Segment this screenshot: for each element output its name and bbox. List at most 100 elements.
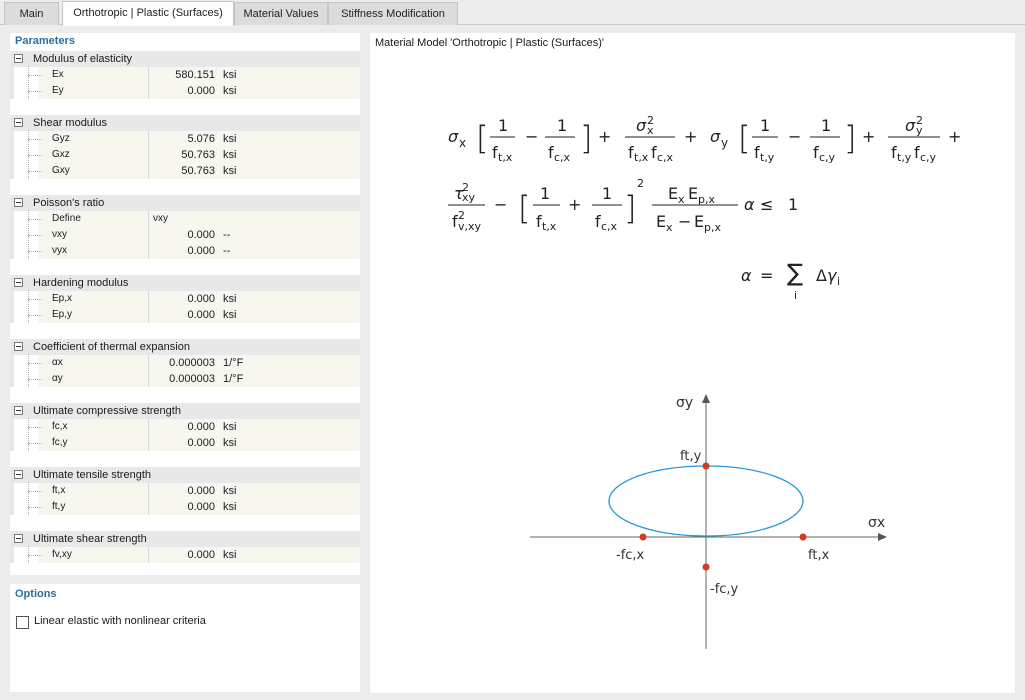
tree-line bbox=[28, 363, 42, 364]
group-header[interactable]: Coefficient of thermal expansion bbox=[10, 339, 360, 355]
value-cell[interactable] bbox=[148, 227, 360, 243]
column-separator bbox=[148, 355, 149, 371]
linear-elastic-checkbox[interactable] bbox=[16, 616, 29, 629]
value-cell[interactable] bbox=[148, 291, 360, 307]
parameter-value[interactable]: 0.000 bbox=[187, 499, 215, 515]
parameter-value[interactable]: 0.000 bbox=[187, 435, 215, 451]
parameter-row[interactable]: αy 0.000003 1/°F bbox=[10, 370, 360, 387]
parameter-row[interactable]: Gyz 5.076 ksi bbox=[10, 130, 360, 147]
parameter-value[interactable]: 50.763 bbox=[181, 163, 215, 179]
parameter-row[interactable]: fc,y 0.000 ksi bbox=[10, 434, 360, 451]
tree-line bbox=[28, 139, 42, 140]
sigma-x-label: σx bbox=[868, 515, 885, 531]
parameter-value[interactable]: 0.000003 bbox=[169, 371, 215, 387]
value-cell[interactable] bbox=[148, 83, 360, 99]
value-cell[interactable] bbox=[148, 147, 360, 163]
parameter-row[interactable]: Gxy 50.763 ksi bbox=[10, 162, 360, 179]
collapse-icon[interactable] bbox=[14, 118, 23, 127]
linear-elastic-label: Linear elastic with nonlinear criteria bbox=[34, 615, 206, 627]
group-header[interactable]: Shear modulus bbox=[10, 115, 360, 131]
parameter-name: αy bbox=[52, 373, 63, 384]
parameter-row[interactable]: αx 0.000003 1/°F bbox=[10, 354, 360, 371]
tree-line bbox=[28, 75, 42, 76]
value-cell[interactable] bbox=[148, 163, 360, 179]
value-cell[interactable] bbox=[148, 211, 360, 227]
parameter-value[interactable]: 0.000 bbox=[187, 547, 215, 563]
column-separator bbox=[148, 211, 149, 227]
value-cell[interactable] bbox=[148, 435, 360, 451]
tab-stiffness-modification[interactable]: Stiffness Modification bbox=[328, 2, 458, 25]
parameter-row[interactable]: Ep,y 0.000 ksi bbox=[10, 306, 360, 323]
parameter-unit: ksi bbox=[223, 85, 237, 97]
value-cell[interactable] bbox=[148, 499, 360, 515]
parameter-row[interactable]: νxy 0.000 -- bbox=[10, 226, 360, 243]
collapse-icon[interactable] bbox=[14, 534, 23, 543]
parameter-value[interactable]: 0.000 bbox=[187, 483, 215, 499]
tree-line bbox=[28, 91, 42, 92]
tree-line bbox=[28, 219, 42, 220]
tab-orthotropic-plastic[interactable]: Orthotropic | Plastic (Surfaces) bbox=[62, 1, 234, 26]
value-cell[interactable] bbox=[148, 483, 360, 499]
options-panel: Options Linear elastic with nonlinear cr… bbox=[10, 584, 360, 692]
yield-surface-diagram: σy σx ft,y ft,x -fc,x -fc,y bbox=[530, 394, 887, 649]
parameter-row[interactable]: ft,x 0.000 ksi bbox=[10, 482, 360, 499]
parameter-row[interactable]: Ep,x 0.000 ksi bbox=[10, 290, 360, 307]
parameter-row[interactable]: Define νxy bbox=[10, 210, 360, 227]
collapse-icon[interactable] bbox=[14, 406, 23, 415]
parameter-row[interactable]: ft,y 0.000 ksi bbox=[10, 498, 360, 515]
parameter-row[interactable]: Ex 580.151 ksi bbox=[10, 66, 360, 83]
collapse-icon[interactable] bbox=[14, 342, 23, 351]
tree-line bbox=[28, 443, 42, 444]
value-cell[interactable] bbox=[148, 243, 360, 259]
group-label: Hardening modulus bbox=[33, 277, 129, 289]
column-separator bbox=[148, 435, 149, 451]
collapse-icon[interactable] bbox=[14, 470, 23, 479]
parameter-value[interactable]: 0.000 bbox=[187, 419, 215, 435]
parameter-value[interactable]: 0.000 bbox=[187, 243, 215, 259]
group-header[interactable]: Modulus of elasticity bbox=[10, 51, 360, 67]
tree-line bbox=[28, 155, 42, 156]
parameter-value[interactable]: 0.000003 bbox=[169, 355, 215, 371]
fc-x-point bbox=[639, 533, 647, 541]
group-header[interactable]: Ultimate shear strength bbox=[10, 531, 360, 547]
column-separator bbox=[148, 83, 149, 99]
group-header[interactable]: Ultimate tensile strength bbox=[10, 467, 360, 483]
collapse-icon[interactable] bbox=[14, 198, 23, 207]
parameter-name: fv,xy bbox=[52, 549, 72, 560]
parameter-value[interactable]: 0.000 bbox=[187, 227, 215, 243]
column-separator bbox=[148, 67, 149, 83]
parameter-row[interactable]: fc,x 0.000 ksi bbox=[10, 418, 360, 435]
group-header[interactable]: Poisson's ratio bbox=[10, 195, 360, 211]
parameter-row[interactable]: Gxz 50.763 ksi bbox=[10, 146, 360, 163]
tab-main[interactable]: Main bbox=[4, 2, 59, 25]
parameter-name: fc,x bbox=[52, 421, 68, 432]
tree-line bbox=[28, 427, 42, 428]
parameter-row[interactable]: νyx 0.000 -- bbox=[10, 242, 360, 259]
value-cell[interactable] bbox=[148, 419, 360, 435]
ft-y-label: ft,y bbox=[680, 449, 702, 464]
parameters-panel: Parameters Modulus of elasticity Ex 580.151… bbox=[10, 33, 360, 575]
parameter-row[interactable]: fv,xy 0.000 ksi bbox=[10, 546, 360, 563]
parameter-text-value[interactable]: νxy bbox=[153, 211, 168, 227]
parameter-value[interactable]: 0.000 bbox=[187, 83, 215, 99]
value-cell[interactable] bbox=[148, 307, 360, 323]
fc-x-label: -fc,x bbox=[616, 548, 645, 563]
tab-bar: Main Orthotropic | Plastic (Surfaces) Ma… bbox=[0, 0, 1025, 26]
parameter-unit: ksi bbox=[223, 69, 237, 81]
collapse-icon[interactable] bbox=[14, 54, 23, 63]
parameter-row[interactable]: Ey 0.000 ksi bbox=[10, 82, 360, 99]
tab-material-values[interactable]: Material Values bbox=[234, 2, 328, 25]
parameter-unit: ksi bbox=[223, 501, 237, 513]
group-header[interactable]: Hardening modulus bbox=[10, 275, 360, 291]
parameter-unit: ksi bbox=[223, 165, 237, 177]
parameter-value[interactable]: 580.151 bbox=[175, 67, 215, 83]
value-cell[interactable] bbox=[148, 547, 360, 563]
parameter-value[interactable]: 5.076 bbox=[187, 131, 215, 147]
collapse-icon[interactable] bbox=[14, 278, 23, 287]
parameter-value[interactable]: 0.000 bbox=[187, 291, 215, 307]
group-header[interactable]: Ultimate compressive strength bbox=[10, 403, 360, 419]
value-cell[interactable] bbox=[148, 131, 360, 147]
parameter-name: ft,y bbox=[52, 501, 66, 512]
parameter-value[interactable]: 50.763 bbox=[181, 147, 215, 163]
parameter-value[interactable]: 0.000 bbox=[187, 307, 215, 323]
